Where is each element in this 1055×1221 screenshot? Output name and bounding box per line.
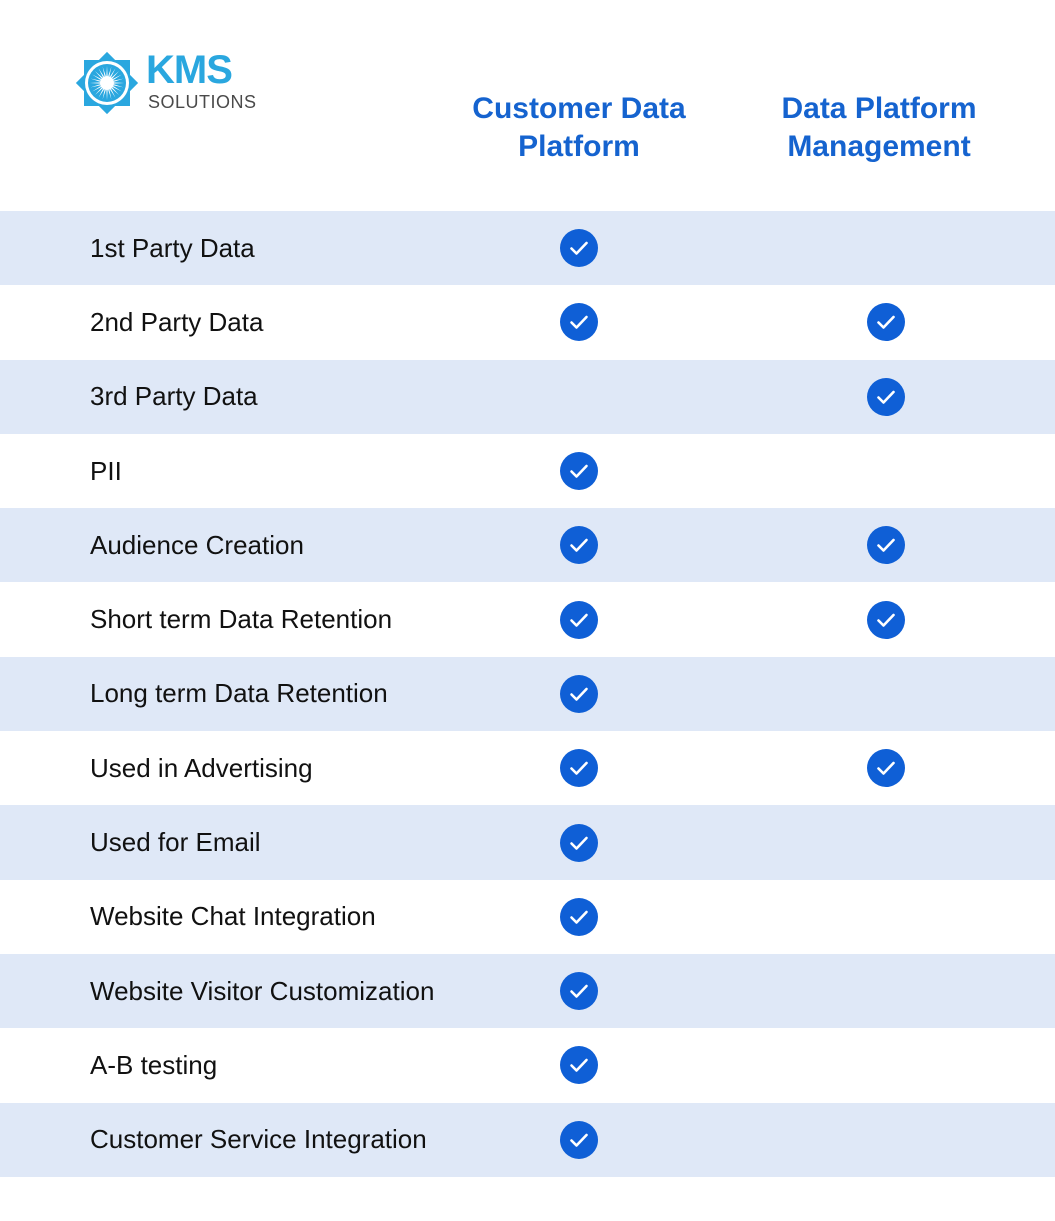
- check-circle-icon: [560, 897, 598, 936]
- check-circle-icon: [867, 526, 905, 565]
- check-circle-icon: [560, 1046, 598, 1085]
- table-row: Used in Advertising: [0, 731, 1055, 805]
- check-circle-icon: [560, 749, 598, 788]
- row-label: Short term Data Retention: [90, 604, 393, 635]
- column-header-line: Data Platform: [781, 92, 977, 125]
- check-circle-icon: [560, 229, 598, 268]
- table-row: Used for Email: [0, 805, 1055, 880]
- sunburst-emblem-icon: [75, 51, 139, 115]
- row-label: A-B testing: [90, 1049, 218, 1080]
- row-label: Long term Data Retention: [90, 678, 388, 709]
- kms-logo: KMS SOLUTIONS: [72, 48, 272, 123]
- row-label: Used in Advertising: [90, 752, 313, 783]
- table-row: Website Chat Integration: [0, 880, 1055, 954]
- check-circle-icon: [560, 823, 598, 862]
- column-header-line: Customer Data: [472, 92, 686, 125]
- check-circle-icon: [560, 674, 598, 713]
- logo-subtitle: SOLUTIONS: [148, 92, 257, 112]
- table-row: PII: [0, 434, 1055, 508]
- table-row: Website Visitor Customization: [0, 953, 1055, 1029]
- table-row: Customer Service Integration: [0, 1102, 1055, 1177]
- row-label: Used for Email: [90, 827, 261, 858]
- table-row: A-B testing: [0, 1028, 1055, 1102]
- row-label: Website Visitor Customization: [90, 975, 435, 1006]
- row-label: PII: [90, 455, 122, 486]
- comparison-table: 1st Party Data 2nd Party Data 3rd Party Da…: [0, 211, 1055, 1177]
- column-header-dmp: Data Platform Management: [729, 90, 1029, 166]
- table-row: Short term Data Retention: [0, 582, 1055, 656]
- check-circle-icon: [867, 749, 905, 788]
- table-row: 3rd Party Data: [0, 359, 1055, 434]
- check-circle-icon: [867, 377, 905, 416]
- check-circle-icon: [560, 526, 598, 565]
- row-label: 1st Party Data: [90, 232, 255, 263]
- row-label: 3rd Party Data: [90, 381, 258, 412]
- check-circle-icon: [560, 1120, 598, 1159]
- check-circle-icon: [867, 303, 905, 342]
- column-header-line: Platform: [518, 130, 640, 163]
- column-header-line: Management: [787, 130, 971, 163]
- check-circle-icon: [867, 600, 905, 639]
- row-label: Audience Creation: [90, 529, 304, 560]
- row-label: Website Chat Integration: [90, 901, 376, 932]
- logo-wordmark: KMS: [146, 48, 233, 92]
- column-header-cdp: Customer Data Platform: [429, 90, 729, 166]
- check-circle-icon: [560, 452, 598, 491]
- table-row: Audience Creation: [0, 508, 1055, 583]
- row-label: Customer Service Integration: [90, 1124, 427, 1155]
- table-row: 1st Party Data: [0, 211, 1055, 286]
- check-circle-icon: [560, 303, 598, 342]
- table-row: 2nd Party Data: [0, 285, 1055, 359]
- row-label: 2nd Party Data: [90, 306, 264, 337]
- check-circle-icon: [560, 600, 598, 639]
- table-row: Long term Data Retention: [0, 656, 1055, 732]
- check-circle-icon: [560, 972, 598, 1011]
